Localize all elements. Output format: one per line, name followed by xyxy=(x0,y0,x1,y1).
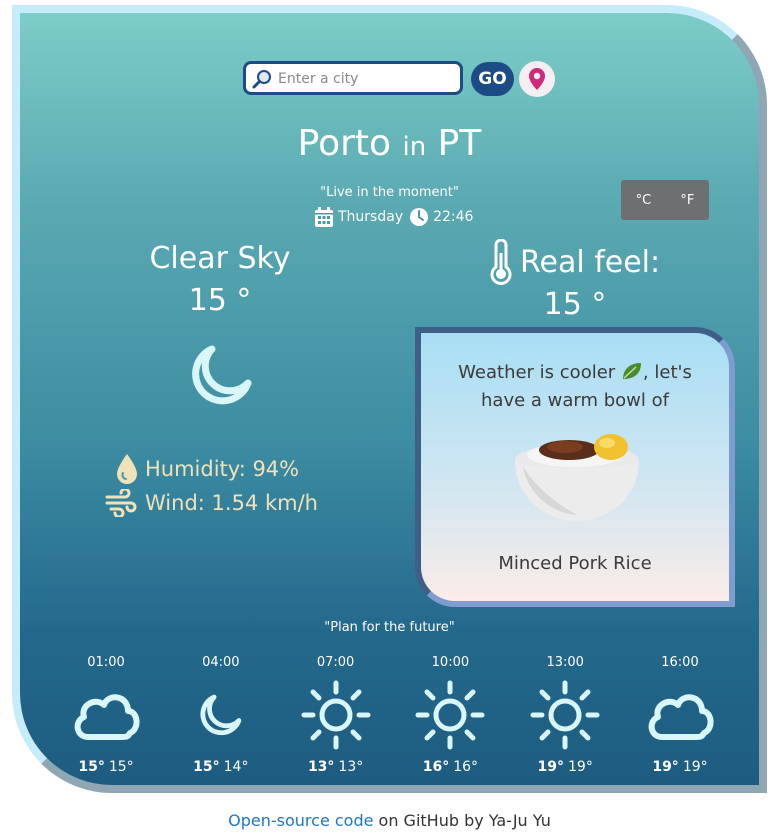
go-button[interactable]: GO xyxy=(471,62,514,96)
sun-icon xyxy=(530,680,600,750)
leaf-icon xyxy=(622,363,641,379)
food-suggestion-card: Weather is cooler , let's have a warm bo… xyxy=(415,327,735,607)
forecast-max: 16° xyxy=(422,759,450,775)
humidity-text: Humidity: 94% xyxy=(145,457,300,481)
real-feel-label: Real feel: xyxy=(520,244,661,280)
real-feel-temperature: 15 ° xyxy=(543,287,607,322)
forecast-item: 07:00 13° 13° xyxy=(288,655,384,775)
city-name: Porto xyxy=(297,123,392,164)
hourly-forecast: 01:00 15° 15° 04:00 15° 14° 07:00 13° 13… xyxy=(58,655,728,775)
location-pin-icon xyxy=(529,68,545,90)
city-search-input[interactable] xyxy=(276,67,460,91)
current-time: 22:46 xyxy=(433,209,474,225)
weather-description: Clear Sky xyxy=(149,241,291,276)
forecast-min: 14° xyxy=(223,759,249,775)
moon-icon xyxy=(192,345,252,405)
weekday: Thursday xyxy=(338,209,404,225)
current-datetime: Thursday 22:46 xyxy=(314,205,473,229)
droplet-icon xyxy=(117,454,137,484)
forecast-time: 13:00 xyxy=(546,655,584,670)
thermometer-icon xyxy=(490,239,512,285)
real-feel: Real feel: xyxy=(488,239,660,285)
current-temperature: 15 ° xyxy=(188,283,252,318)
cloud-icon xyxy=(74,694,140,740)
clock-icon xyxy=(410,208,429,226)
city-heading: Porto in PT xyxy=(20,123,759,164)
forecast-max: 15° xyxy=(193,759,220,775)
forecast-min: 16° xyxy=(453,759,479,775)
sun-icon xyxy=(301,680,371,750)
forecast-max: 13° xyxy=(307,759,335,775)
sun-icon xyxy=(415,680,485,750)
moon-icon xyxy=(200,694,242,736)
forecast-max: 19° xyxy=(537,759,565,775)
forecast-min: 15° xyxy=(108,759,134,775)
forecast-time: 10:00 xyxy=(431,655,470,670)
forecast-max: 15° xyxy=(78,759,105,775)
quote-future: "Plan for the future" xyxy=(324,620,455,635)
forecast-time: 01:00 xyxy=(87,655,125,670)
city-connector: in xyxy=(402,132,427,162)
unit-toggle: °C °F xyxy=(621,180,709,220)
celsius-button[interactable]: °C xyxy=(636,193,652,208)
forecast-time: 04:00 xyxy=(202,655,240,670)
country-code: PT xyxy=(437,123,482,164)
wind-icon xyxy=(105,489,137,517)
weather-card: GO Porto in PT "Live in the moment" Thur… xyxy=(12,5,767,793)
forecast-max: 19° xyxy=(652,759,679,775)
wind-text: Wind: 1.54 km/h xyxy=(145,491,318,515)
rice-bowl-icon xyxy=(515,434,639,521)
forecast-item: 04:00 15° 14° xyxy=(173,655,269,775)
forecast-min: 19° xyxy=(568,759,593,775)
dish-name: Minced Pork Rice xyxy=(498,553,652,574)
source-code-link[interactable]: Open-source code xyxy=(228,811,373,830)
cloud-icon xyxy=(648,694,714,740)
forecast-time: 16:00 xyxy=(661,655,699,670)
humidity: Humidity: 94% xyxy=(115,453,299,485)
search-icon xyxy=(252,70,271,89)
forecast-time: 07:00 xyxy=(316,655,355,670)
forecast-min: 13° xyxy=(338,759,364,775)
forecast-item: 10:00 16° 16° xyxy=(402,655,498,775)
wind: Wind: 1.54 km/h xyxy=(105,489,318,517)
footer-credit: on GitHub by Ya-Ju Yu xyxy=(373,811,551,830)
current-location-button[interactable] xyxy=(519,61,555,97)
fahrenheit-button[interactable]: °F xyxy=(680,193,694,208)
food-message: Weather is cooler , let's have a warm bo… xyxy=(458,362,692,411)
footer: Open-source code on GitHub by Ya-Ju Yu xyxy=(0,811,779,830)
calendar-icon xyxy=(315,207,333,227)
forecast-min: 19° xyxy=(682,759,708,775)
forecast-item: 16:00 19° 19° xyxy=(632,655,728,775)
search-box[interactable] xyxy=(243,61,463,95)
forecast-item: 13:00 19° 19° xyxy=(517,655,613,775)
forecast-item: 01:00 15° 15° xyxy=(58,655,154,775)
